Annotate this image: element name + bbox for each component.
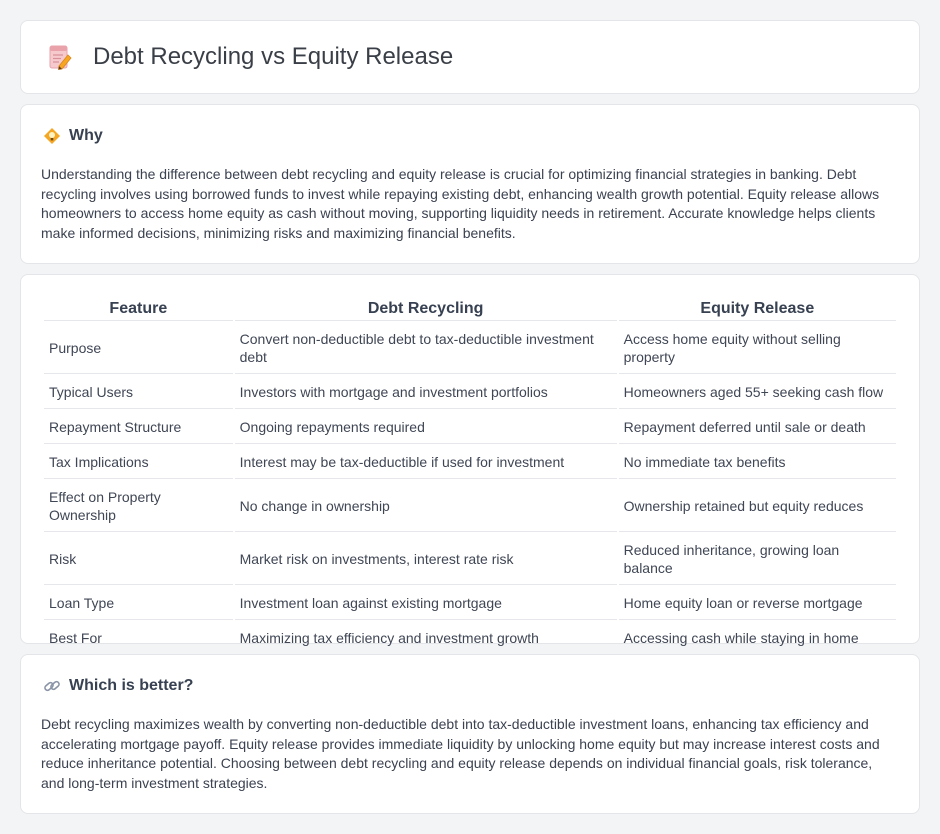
feature-cell: Best For bbox=[44, 622, 233, 655]
equity-release-cell: Reduced inheritance, growing loan balanc… bbox=[618, 534, 896, 585]
table-row: Typical Users Investors with mortgage an… bbox=[44, 376, 896, 409]
table-row: Tax Implications Interest may be tax-ded… bbox=[44, 446, 896, 479]
table-row: Repayment Structure Ongoing repayments r… bbox=[44, 411, 896, 444]
table-row: Purpose Convert non-deductible debt to t… bbox=[44, 323, 896, 374]
debt-recycling-cell: Ongoing repayments required bbox=[234, 411, 617, 444]
why-section: Why Understanding the difference between… bbox=[20, 104, 920, 264]
table-row: Loan Type Investment loan against existi… bbox=[44, 587, 896, 620]
debt-recycling-cell: Maximizing tax efficiency and investment… bbox=[234, 622, 617, 655]
comparison-table: Feature Debt Recycling Equity Release Pu… bbox=[42, 295, 898, 657]
better-heading: Which is better? bbox=[43, 677, 193, 695]
table-row: Effect on Property Ownership No change i… bbox=[44, 481, 896, 532]
feature-cell: Typical Users bbox=[44, 376, 233, 409]
feature-cell: Purpose bbox=[44, 323, 233, 374]
equity-release-cell: Accessing cash while staying in home bbox=[618, 622, 896, 655]
debt-recycling-cell: Interest may be tax-deductible if used f… bbox=[234, 446, 617, 479]
header-debt-recycling: Debt Recycling bbox=[234, 297, 617, 321]
header-card: Debt Recycling vs Equity Release bbox=[20, 20, 920, 94]
debt-recycling-cell: No change in ownership bbox=[234, 481, 617, 532]
table-header-row: Feature Debt Recycling Equity Release bbox=[44, 297, 896, 321]
header-feature: Feature bbox=[44, 297, 233, 321]
feature-cell: Risk bbox=[44, 534, 233, 585]
why-title: Why bbox=[69, 127, 103, 144]
feature-cell: Loan Type bbox=[44, 587, 233, 620]
link-icon bbox=[44, 680, 60, 692]
why-heading: Why bbox=[43, 127, 103, 145]
table-row: Risk Market risk on investments, interes… bbox=[44, 534, 896, 585]
table-row: Best For Maximizing tax efficiency and i… bbox=[44, 622, 896, 655]
feature-cell: Tax Implications bbox=[44, 446, 233, 479]
debt-recycling-cell: Convert non-deductible debt to tax-deduc… bbox=[234, 323, 617, 374]
header-equity-release: Equity Release bbox=[618, 297, 896, 321]
comparison-card: Feature Debt Recycling Equity Release Pu… bbox=[20, 274, 920, 655]
feature-cell: Repayment Structure bbox=[44, 411, 233, 444]
debt-recycling-cell: Investors with mortgage and investment p… bbox=[234, 376, 617, 409]
debt-recycling-cell: Market risk on investments, interest rat… bbox=[234, 534, 617, 585]
equity-release-cell: Repayment deferred until sale or death bbox=[618, 411, 896, 444]
lightbulb-icon bbox=[44, 128, 60, 144]
feature-cell: Effect on Property Ownership bbox=[44, 481, 233, 532]
better-text: Debt recycling maximizes wealth by conve… bbox=[41, 716, 880, 791]
debt-recycling-cell: Investment loan against existing mortgag… bbox=[234, 587, 617, 620]
equity-release-cell: Home equity loan or reverse mortgage bbox=[618, 587, 896, 620]
title-row: Debt Recycling vs Equity Release bbox=[47, 43, 453, 71]
which-is-better-section: Which is better? Debt recycling maximize… bbox=[20, 654, 920, 814]
equity-release-cell: Ownership retained but equity reduces bbox=[618, 481, 896, 532]
better-title: Which is better? bbox=[69, 677, 194, 694]
why-text: Understanding the difference between deb… bbox=[41, 166, 880, 241]
equity-release-cell: Homeowners aged 55+ seeking cash flow bbox=[618, 376, 896, 409]
page-title: Debt Recycling vs Equity Release bbox=[93, 43, 454, 70]
equity-release-cell: No immediate tax benefits bbox=[618, 446, 896, 479]
equity-release-cell: Access home equity without selling prope… bbox=[618, 323, 896, 374]
document-pencil-icon bbox=[49, 45, 72, 70]
